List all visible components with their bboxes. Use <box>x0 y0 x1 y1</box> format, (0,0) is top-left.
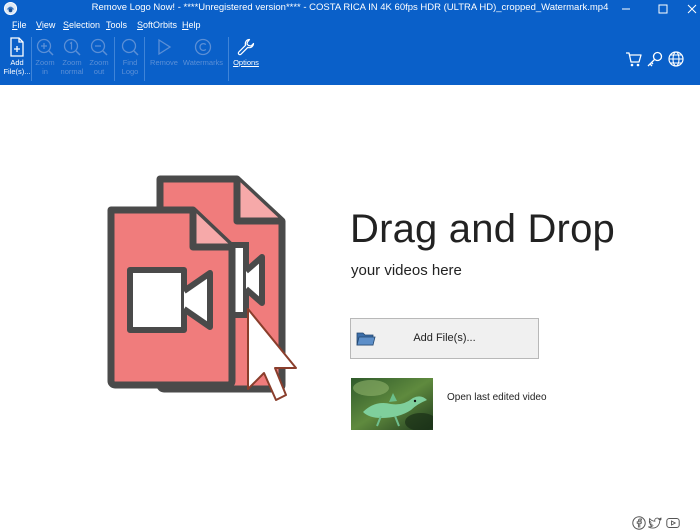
add-files-button-label: Add File(s)... <box>413 332 476 344</box>
find-logo-icon <box>121 38 139 56</box>
menu-file[interactable]: File <box>12 20 27 30</box>
open-last-edited-link[interactable]: Open last edited video <box>447 391 547 404</box>
twitter-icon[interactable] <box>648 516 662 530</box>
zoom-normal-button[interactable]: Zoom normal <box>58 35 86 83</box>
zoom-out-icon <box>90 38 108 56</box>
toolbar-separator <box>144 37 145 81</box>
remove-button[interactable]: Remove <box>148 35 180 83</box>
toolbar-separator <box>228 37 229 81</box>
cart-icon[interactable] <box>625 50 643 68</box>
minimize-icon <box>622 8 630 9</box>
zoom-in-button[interactable]: Zoom in <box>31 35 59 83</box>
zoom-out-button[interactable]: Zoom out <box>85 35 113 83</box>
video-files-illustration <box>107 175 297 401</box>
zoom-in-icon <box>36 38 54 56</box>
window-title: Remove Logo Now! - ****Unregistered vers… <box>91 2 609 13</box>
menu-bar: File View Selection Tools SoftOrbits Hel… <box>0 17 700 33</box>
add-file-icon <box>10 37 24 57</box>
last-video-thumbnail[interactable] <box>351 378 433 430</box>
add-files-toolbar-button[interactable]: Add File(s)... <box>3 35 31 83</box>
title-bar: Remove Logo Now! - ****Unregistered vers… <box>0 0 700 17</box>
toolbar-separator <box>114 37 115 81</box>
globe-icon[interactable] <box>667 50 685 68</box>
maximize-button[interactable] <box>648 0 678 17</box>
zoom-normal-icon <box>63 38 81 56</box>
toolbar: Add File(s)... Zoom in Zoom normal Zoom … <box>0 33 700 85</box>
menu-selection[interactable]: Selection <box>63 20 100 30</box>
menu-view[interactable]: View <box>36 20 55 30</box>
wrench-icon <box>237 38 255 56</box>
menu-tools[interactable]: Tools <box>106 20 127 30</box>
youtube-icon[interactable] <box>666 516 680 530</box>
menu-softorbits[interactable]: SoftOrbits <box>137 20 177 30</box>
key-icon[interactable] <box>646 50 664 68</box>
add-files-button[interactable]: Add File(s)... <box>350 318 539 359</box>
drag-drop-subtitle: your videos here <box>351 262 462 279</box>
drop-area[interactable]: Drag and Drop your videos here Add File(… <box>0 85 700 532</box>
close-button[interactable] <box>677 0 700 17</box>
drag-drop-title: Drag and Drop <box>350 207 615 251</box>
close-icon <box>687 4 697 13</box>
facebook-icon[interactable] <box>632 516 646 530</box>
options-button[interactable]: Options <box>230 35 262 83</box>
maximize-icon <box>658 4 668 13</box>
find-logo-button[interactable]: Find Logo <box>116 35 144 83</box>
menu-help[interactable]: Help <box>182 20 201 30</box>
copyright-icon <box>194 38 212 56</box>
play-icon <box>158 38 172 56</box>
minimize-button[interactable] <box>611 0 641 17</box>
watermarks-button[interactable]: Watermarks <box>180 35 226 83</box>
